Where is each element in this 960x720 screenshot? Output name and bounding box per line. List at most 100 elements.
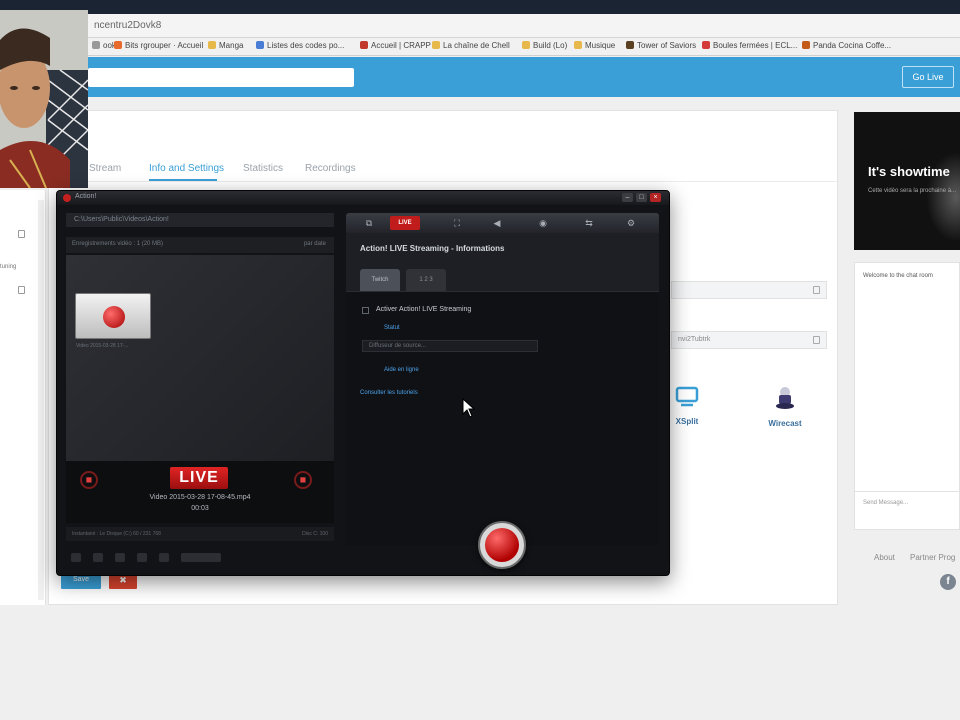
enable-streaming-checkbox[interactable] bbox=[362, 307, 369, 314]
bookmark-item[interactable]: Musique bbox=[574, 41, 615, 50]
bookmark-icon bbox=[802, 41, 810, 49]
disk-status-text: Instantané : Le Disque (C:) 60 / 231 768 bbox=[72, 531, 161, 537]
tab-recordings[interactable]: Recordings bbox=[305, 163, 356, 174]
webcam-overlay bbox=[0, 10, 88, 188]
recordings-list-header: Enregistrements vidéo : 1 (20 MB) par da… bbox=[66, 237, 334, 253]
divider bbox=[49, 181, 839, 182]
bookmark-icon bbox=[256, 41, 264, 49]
wirecast-app[interactable]: Wirecast bbox=[755, 386, 815, 428]
address-bar[interactable]: ncentru2Dovk8 bbox=[0, 14, 960, 38]
live-status-panel: ◼ LIVE ◼ Video 2015-03-28 17-08-45.mp4 0… bbox=[66, 461, 334, 523]
xsplit-icon bbox=[675, 386, 699, 407]
bookmark-item[interactable]: Accueil | CRAPP bbox=[360, 41, 431, 50]
recording-thumbnail[interactable] bbox=[75, 293, 151, 339]
edit-icon[interactable] bbox=[18, 286, 25, 294]
footer-partner-link[interactable]: Partner Prog bbox=[910, 553, 955, 562]
plus-icon[interactable] bbox=[93, 553, 103, 562]
folder-icon[interactable] bbox=[115, 553, 125, 562]
bookmark-icon bbox=[92, 41, 100, 49]
go-live-button[interactable]: Go Live bbox=[902, 66, 954, 88]
status-link[interactable]: Statut bbox=[384, 325, 400, 331]
bookmark-item[interactable]: Build (Lo) bbox=[522, 41, 567, 50]
facebook-icon[interactable]: f bbox=[940, 574, 956, 590]
edit-button[interactable] bbox=[181, 553, 221, 562]
folder-icon bbox=[208, 41, 216, 49]
close-button[interactable]: × bbox=[650, 193, 661, 202]
minimize-button[interactable]: – bbox=[622, 193, 633, 202]
folder-icon bbox=[522, 41, 530, 49]
folder-icon bbox=[574, 41, 582, 49]
bookmark-item[interactable]: La chaîne de Chell bbox=[432, 41, 510, 50]
recorder-window: Action! – □ × C:\Users\Public\Videos\Act… bbox=[56, 190, 670, 576]
copy-icon[interactable] bbox=[813, 286, 820, 294]
gear-icon[interactable]: ⚙ bbox=[624, 216, 638, 230]
scrollbar[interactable] bbox=[38, 200, 44, 600]
bookmarks-bar: ook Bits rgrouper · Accueil Manga Listes… bbox=[0, 38, 960, 56]
app-label: Wirecast bbox=[768, 419, 802, 428]
sort-dropdown[interactable]: par date bbox=[304, 241, 326, 247]
online-help-link[interactable]: Aide en ligne bbox=[384, 367, 419, 373]
maximize-button[interactable]: □ bbox=[636, 193, 647, 202]
controls-icon[interactable]: ⇆ bbox=[582, 216, 596, 230]
preview-subtitle: Cette vidéo sera la prochaine à... bbox=[868, 188, 957, 194]
divider bbox=[855, 491, 960, 492]
preview-title: It's showtime bbox=[868, 164, 950, 179]
mouse-cursor-icon bbox=[462, 398, 476, 418]
app-logo-icon bbox=[63, 194, 71, 202]
bookmark-item[interactable]: Tower of Saviors bbox=[626, 41, 696, 50]
video-preview[interactable]: It's showtime Cette vidéo sera la procha… bbox=[854, 112, 960, 250]
bookmark-item[interactable]: Panda Cocina Coffe... bbox=[802, 41, 891, 50]
bookmark-icon bbox=[702, 41, 710, 49]
copy-icon[interactable] bbox=[813, 336, 820, 344]
window-title: Action! bbox=[75, 193, 97, 200]
next-button[interactable]: ◼ bbox=[294, 471, 312, 489]
bookmark-item[interactable]: Boules fermées | ECL... bbox=[702, 41, 797, 50]
recordings-list: Video 2015-03-28 17-... bbox=[66, 255, 334, 461]
os-top-bar bbox=[0, 0, 960, 14]
enable-streaming-label: Activer Action! LIVE Streaming bbox=[376, 306, 472, 313]
recordings-pane: C:\Users\Public\Videos\Action! Enregistr… bbox=[66, 213, 334, 543]
tab-platform-2[interactable]: 1 2 3 bbox=[406, 269, 446, 291]
tab-info-settings[interactable]: Info and Settings bbox=[149, 163, 224, 174]
live-elapsed-time: 00:03 bbox=[191, 505, 209, 512]
tutorials-link[interactable]: Consulter les tutoriels bbox=[360, 390, 418, 396]
recordings-path[interactable]: C:\Users\Public\Videos\Action! bbox=[66, 213, 334, 227]
stream-key-field[interactable]: nvi2Tubtrk bbox=[671, 331, 827, 349]
record-icon bbox=[103, 306, 125, 328]
source-input[interactable]: Diffuseur de source... bbox=[362, 340, 538, 352]
folder-icon bbox=[432, 41, 440, 49]
screenshot-icon[interactable]: ⛶ bbox=[450, 216, 464, 230]
record-icon bbox=[485, 528, 519, 562]
disk-status: Instantané : Le Disque (C:) 60 / 231 768… bbox=[66, 527, 334, 541]
settings-field[interactable] bbox=[671, 281, 827, 299]
tab-statistics[interactable]: Statistics bbox=[243, 163, 283, 174]
record-button[interactable] bbox=[478, 521, 526, 569]
upload-icon[interactable] bbox=[137, 553, 147, 562]
minus-icon[interactable] bbox=[71, 553, 81, 562]
url-text[interactable]: ncentru2Dovk8 bbox=[94, 20, 161, 31]
webcam-icon[interactable]: ◉ bbox=[536, 216, 550, 230]
bookmark-item[interactable]: ook bbox=[92, 41, 116, 50]
wirecast-icon bbox=[776, 387, 794, 409]
footer-about-link[interactable]: About bbox=[874, 553, 895, 562]
chat-input[interactable]: Send Message... bbox=[863, 500, 908, 506]
chat-welcome-message: Welcome to the chat room bbox=[863, 273, 933, 279]
disk-free-text: Disc C: 100 bbox=[302, 531, 328, 537]
sidebar-label: tuning bbox=[0, 264, 17, 270]
settings-body: Activer Action! LIVE Streaming Statut Di… bbox=[346, 291, 659, 545]
bookmark-item[interactable]: Listes des codes po... bbox=[256, 41, 344, 50]
audio-icon[interactable]: ◀ bbox=[490, 216, 504, 230]
bookmark-icon bbox=[114, 41, 122, 49]
share-icon[interactable] bbox=[159, 553, 169, 562]
tab-platform-1[interactable]: Twitch bbox=[360, 269, 400, 291]
chat-panel: Welcome to the chat room Send Message... bbox=[854, 262, 960, 530]
previous-button[interactable]: ◼ bbox=[80, 471, 98, 489]
edit-icon[interactable] bbox=[18, 230, 25, 238]
search-input[interactable] bbox=[88, 68, 354, 87]
tab-stream[interactable]: Stream bbox=[89, 163, 121, 174]
live-streaming-tab[interactable]: LIVE bbox=[390, 216, 420, 230]
bookmark-item[interactable]: Manga bbox=[208, 41, 243, 50]
title-bar[interactable]: Action! – □ × bbox=[57, 191, 669, 205]
video-capture-icon[interactable]: ⧉ bbox=[362, 216, 376, 230]
bookmark-item[interactable]: Bits rgrouper · Accueil bbox=[114, 41, 203, 50]
